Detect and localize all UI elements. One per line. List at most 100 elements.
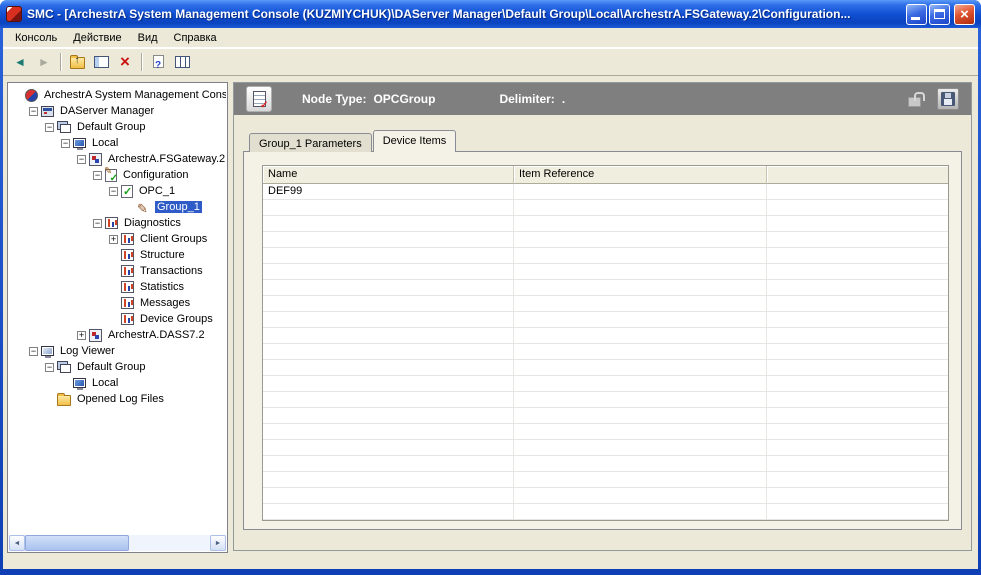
- menu-view[interactable]: Вид: [130, 29, 166, 47]
- save-button[interactable]: [937, 88, 959, 110]
- collapse-icon[interactable]: −: [45, 123, 54, 132]
- table-row[interactable]: [263, 488, 948, 504]
- folder-icon: [57, 395, 71, 406]
- menu-action[interactable]: Действие: [65, 29, 129, 47]
- tree-item-opened-log-files[interactable]: Opened Log Files: [9, 391, 226, 407]
- tree-item-local[interactable]: −Local: [9, 135, 226, 151]
- table-row[interactable]: [263, 216, 948, 232]
- table-row[interactable]: [263, 504, 948, 520]
- close-icon: [955, 5, 974, 24]
- cell: [263, 408, 514, 424]
- tree-item-statistics[interactable]: Statistics: [9, 279, 226, 295]
- table-row[interactable]: [263, 232, 948, 248]
- table-row[interactable]: [263, 264, 948, 280]
- table-row[interactable]: DEF99: [263, 184, 948, 200]
- window-title: SMC - [ArchestrA System Management Conso…: [27, 7, 906, 21]
- collapse-icon[interactable]: −: [29, 107, 38, 116]
- tree-item-configuration[interactable]: − Configuration: [9, 167, 226, 183]
- table-row[interactable]: [263, 280, 948, 296]
- table-row[interactable]: [263, 408, 948, 424]
- table-row[interactable]: [263, 376, 948, 392]
- table-row[interactable]: [263, 296, 948, 312]
- tree-item-label: ArchestrA.FSGateway.2: [106, 153, 226, 165]
- table-row[interactable]: [263, 360, 948, 376]
- tree-item-archestra-dass7-2[interactable]: +ArchestrA.DASS7.2: [9, 327, 226, 343]
- collapse-icon[interactable]: −: [45, 363, 54, 372]
- collapse-icon[interactable]: −: [77, 155, 86, 164]
- details-panel: ✓ Node Type: OPCGroup Delimiter: . Group…: [233, 82, 972, 551]
- collapse-icon[interactable]: −: [109, 187, 118, 196]
- tree-item-diagnostics[interactable]: − Diagnostics: [9, 215, 226, 231]
- tree-item-group-1[interactable]: Group_1: [9, 199, 226, 215]
- cell: [263, 232, 514, 248]
- scrollbar-track[interactable]: [25, 535, 210, 551]
- table-row[interactable]: [263, 200, 948, 216]
- tree-item-default-group[interactable]: − Default Group: [9, 359, 226, 375]
- titlebar[interactable]: SMC - [ArchestrA System Management Conso…: [0, 0, 981, 28]
- cell: [514, 472, 767, 488]
- table-row[interactable]: [263, 328, 948, 344]
- table-row[interactable]: [263, 344, 948, 360]
- collapse-icon[interactable]: −: [93, 219, 102, 228]
- collapse-icon[interactable]: −: [93, 171, 102, 180]
- tree-item-opc-1[interactable]: −OPC_1: [9, 183, 226, 199]
- tree-hscrollbar[interactable]: ◄ ►: [9, 535, 226, 551]
- up-one-level-button[interactable]: [65, 51, 89, 73]
- tree-item-transactions[interactable]: Transactions: [9, 263, 226, 279]
- table-row[interactable]: [263, 440, 948, 456]
- column-header-item-reference[interactable]: Item Reference: [514, 166, 767, 184]
- cell: [767, 456, 948, 472]
- tree-item-local[interactable]: Local: [9, 375, 226, 391]
- cell: [263, 440, 514, 456]
- tree-item-daserver-manager[interactable]: −DAServer Manager: [9, 103, 226, 119]
- gateway-icon: [89, 329, 102, 342]
- columns-icon: [175, 56, 190, 68]
- logviewer-icon: [41, 346, 54, 356]
- column-header-name[interactable]: Name: [263, 166, 514, 184]
- scrollbar-thumb[interactable]: [25, 535, 129, 551]
- menu-help[interactable]: Справка: [166, 29, 225, 47]
- tree-item-messages[interactable]: Messages: [9, 295, 226, 311]
- window-controls: [906, 4, 975, 25]
- scroll-left-button[interactable]: ◄: [9, 535, 25, 551]
- tree-item-label: Configuration: [121, 169, 190, 181]
- show-hide-tree-button[interactable]: [89, 51, 113, 73]
- cell: [514, 248, 767, 264]
- minimize-button[interactable]: [906, 4, 927, 25]
- tree-item-archestra-system-management-console[interactable]: ArchestrA System Management Console: [9, 87, 226, 103]
- tree-item-client-groups[interactable]: +Client Groups: [9, 231, 226, 247]
- collapse-icon[interactable]: −: [29, 347, 38, 356]
- tree-item-label: Diagnostics: [122, 217, 183, 229]
- tree-item-archestra-fsgateway-2[interactable]: − ArchestrA.FSGateway.2: [9, 151, 226, 167]
- maximize-button[interactable]: [929, 4, 950, 25]
- cell: [263, 344, 514, 360]
- cell: [263, 488, 514, 504]
- back-button[interactable]: [8, 51, 32, 73]
- scroll-right-button[interactable]: ►: [210, 535, 226, 551]
- menubar: КонсольДействиеВидСправка: [3, 28, 978, 48]
- tree-item-structure[interactable]: Structure: [9, 247, 226, 263]
- table-row[interactable]: [263, 456, 948, 472]
- floppy-icon: [941, 92, 955, 106]
- help-button[interactable]: [146, 51, 170, 73]
- table-row[interactable]: [263, 312, 948, 328]
- expand-icon[interactable]: +: [109, 235, 118, 244]
- close-button[interactable]: [954, 4, 975, 25]
- tree-item-log-viewer[interactable]: −Log Viewer: [9, 343, 226, 359]
- expand-icon[interactable]: +: [77, 331, 86, 340]
- table-row[interactable]: [263, 424, 948, 440]
- tree-item-default-group[interactable]: −Default Group: [9, 119, 226, 135]
- collapse-icon[interactable]: −: [61, 139, 70, 148]
- export-list-button[interactable]: [170, 51, 194, 73]
- tab-device-items[interactable]: Device Items: [373, 130, 457, 152]
- column-header-blank[interactable]: [767, 166, 948, 184]
- tab-group-1-parameters[interactable]: Group_1 Parameters: [249, 133, 372, 152]
- table-row[interactable]: [263, 392, 948, 408]
- tree-item-device-groups[interactable]: Device Groups: [9, 311, 226, 327]
- delete-button[interactable]: [113, 51, 137, 73]
- lock-button[interactable]: [907, 92, 923, 107]
- tree-item-label: Default Group: [75, 361, 147, 373]
- table-row[interactable]: [263, 248, 948, 264]
- table-row[interactable]: [263, 472, 948, 488]
- menu-console[interactable]: Консоль: [7, 29, 65, 47]
